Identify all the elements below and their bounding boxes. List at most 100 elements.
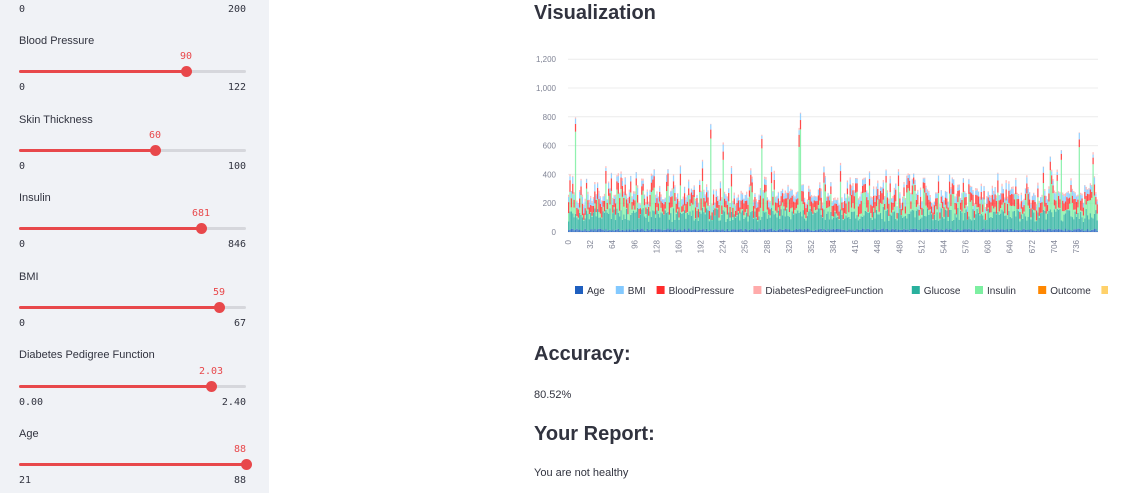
bar-segment — [627, 203, 629, 215]
slider-thumb[interactable] — [214, 302, 225, 313]
bar-segment — [1042, 172, 1045, 184]
bar-segment — [735, 204, 737, 206]
slider-thumb[interactable] — [206, 381, 217, 392]
bar-segment — [936, 198, 938, 210]
slider-track[interactable] — [19, 145, 246, 156]
bar-segment — [594, 182, 596, 185]
bar-segment — [739, 220, 741, 230]
bar-segment — [943, 230, 945, 232]
bar-segment — [667, 173, 669, 187]
bar-segment — [588, 219, 590, 231]
bar-segment — [1011, 193, 1013, 207]
bar-segment — [595, 199, 597, 213]
bar-segment — [801, 185, 803, 191]
bar-segment — [844, 218, 846, 231]
bar-segment — [759, 207, 762, 221]
slider-thumb[interactable] — [196, 223, 207, 234]
bar-segment — [918, 230, 920, 232]
slider-value: 681 — [191, 208, 211, 219]
bar-segment — [833, 228, 835, 232]
bar-segment — [1070, 184, 1072, 193]
bar-segment — [692, 191, 694, 195]
bar-segment — [983, 228, 985, 232]
y-tick-label: 600 — [543, 142, 557, 151]
bar-segment — [580, 186, 582, 196]
bar-segment — [804, 214, 806, 219]
bar-segment — [919, 209, 922, 219]
bar-segment — [686, 211, 688, 213]
bar-segment — [770, 207, 773, 229]
slider-track[interactable] — [19, 459, 252, 470]
bar-segment — [721, 205, 723, 215]
bar-segment — [986, 196, 988, 199]
bar-segment — [631, 229, 633, 232]
slider-track[interactable] — [19, 66, 246, 77]
slider-thumb[interactable] — [150, 145, 161, 156]
bar-segment — [661, 199, 664, 200]
bar-segment — [853, 230, 855, 232]
bar-segment — [1075, 196, 1078, 203]
bar-segment — [685, 203, 687, 213]
stacked-bar-chart: 02004006008001,0001,200 0 32 64 96 128 160 192… — [536, 55, 1108, 297]
bar-segment — [794, 213, 796, 231]
bar-segment — [1049, 156, 1051, 162]
bar-segment — [893, 211, 895, 230]
slider-track[interactable] — [19, 223, 246, 234]
bar-segment — [598, 217, 600, 229]
slider-track[interactable] — [19, 381, 246, 392]
bar-segment — [1040, 213, 1042, 230]
bar-segment — [975, 204, 977, 215]
bmi-slider[interactable]: BMI 59 0 67 — [19, 270, 246, 332]
bar-segment — [968, 179, 970, 185]
bar-segment — [741, 194, 744, 200]
slider-track[interactable] — [19, 302, 246, 313]
bar-segment — [728, 188, 730, 193]
bar-segment — [1053, 190, 1056, 194]
bar-segment — [688, 214, 690, 229]
bar-segment — [1046, 199, 1049, 206]
bar-segment — [797, 198, 799, 205]
diabetes-pedigree-slider[interactable]: Diabetes Pedigree Function 2.03 0.00 2.4… — [19, 348, 246, 410]
bar-segment — [627, 219, 629, 231]
bar-segment — [804, 228, 806, 232]
bar-segment — [907, 178, 909, 189]
bar-segment — [1093, 177, 1096, 185]
bar-segment — [844, 200, 846, 214]
bar-segment — [619, 193, 621, 199]
blood-pressure-slider[interactable]: Blood Pressure 90 0 122 — [19, 34, 246, 96]
bar-segment — [971, 193, 973, 201]
bar-segment — [721, 214, 723, 230]
bar-segment — [812, 214, 814, 231]
slider-thumb[interactable] — [241, 459, 252, 470]
slider-thumb[interactable] — [181, 66, 192, 77]
bar-segment — [797, 191, 799, 193]
bar-segment — [773, 179, 775, 190]
bar-segment — [965, 193, 967, 197]
bar-segment — [1037, 182, 1039, 186]
bar-segment — [966, 219, 969, 221]
bar-segment — [599, 203, 601, 214]
bar-segment — [1071, 230, 1074, 232]
bar-segment — [1034, 221, 1036, 231]
bar-segment — [1048, 228, 1050, 232]
bar-segment — [982, 197, 984, 198]
bar-segment — [569, 229, 571, 232]
bar-segment — [792, 230, 795, 232]
bar-segment — [860, 194, 862, 201]
bar-segment — [808, 211, 810, 230]
bar-segment — [1049, 161, 1051, 171]
bar-segment — [1056, 229, 1058, 232]
age-slider[interactable]: Age 88 21 88 — [19, 427, 252, 489]
bar-segment — [958, 196, 960, 220]
bar-segment — [1078, 139, 1080, 148]
bar-segment — [568, 202, 570, 214]
bar-segment — [1048, 210, 1050, 229]
insulin-slider[interactable]: Insulin 681 0 846 — [19, 191, 246, 253]
bar-segment — [781, 215, 784, 230]
bar-segment — [972, 209, 974, 231]
bar-segment — [1009, 195, 1011, 206]
bar-segment — [937, 175, 940, 176]
skin-thickness-slider[interactable]: Skin Thickness 60 0 100 — [19, 113, 246, 175]
bar-segment — [878, 194, 880, 196]
chart-legend[interactable]: Age BMI BloodPressure DiabetesPedigreeFunct… — [575, 286, 1108, 297]
